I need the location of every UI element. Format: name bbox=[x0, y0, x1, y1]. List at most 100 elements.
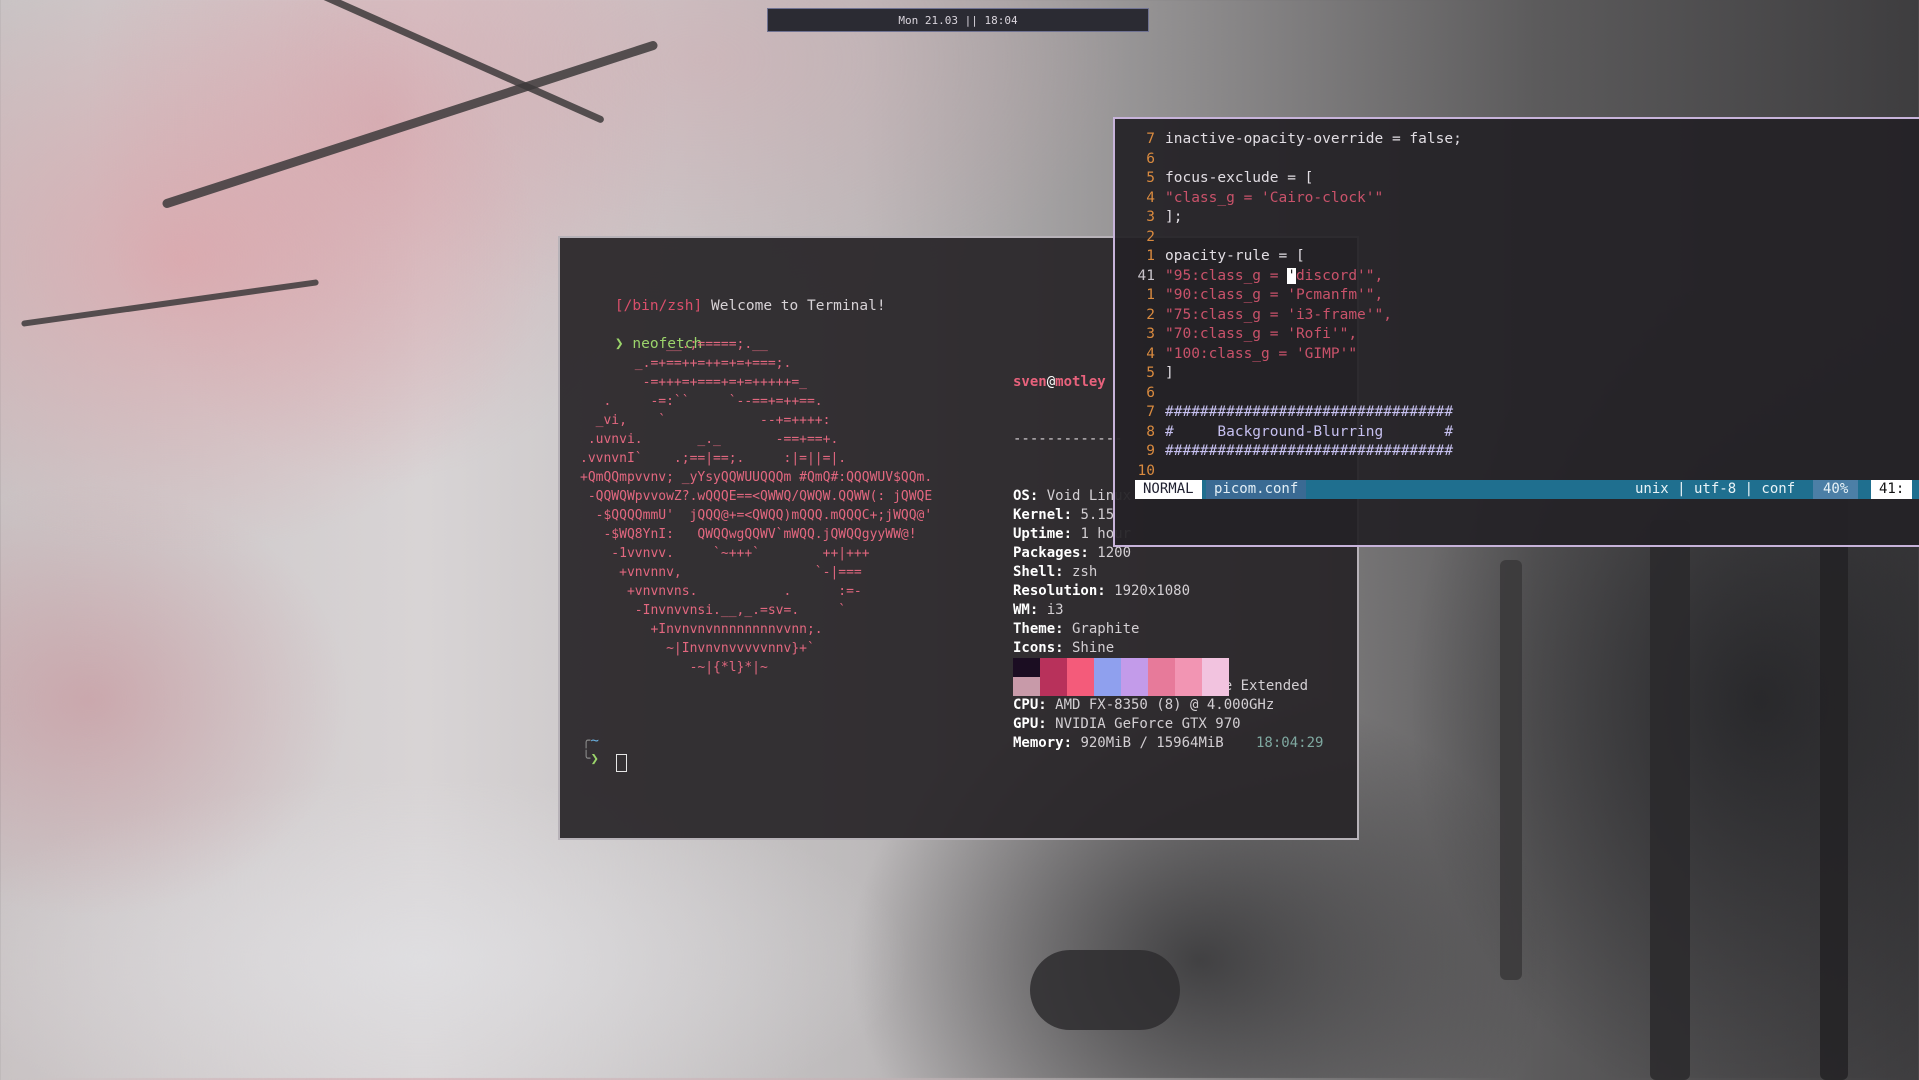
welcome-text: Welcome to Terminal! bbox=[702, 298, 886, 314]
line-number: 8 bbox=[1146, 423, 1155, 440]
username: sven bbox=[1013, 374, 1047, 390]
info-key: Theme: bbox=[1013, 621, 1064, 637]
vim-line: 10 bbox=[1115, 462, 1165, 481]
line-number: 5 bbox=[1146, 365, 1155, 381]
wallpaper-branch bbox=[161, 39, 659, 210]
line-text: # Background-Blurring # bbox=[1165, 423, 1454, 440]
info-key: Uptime: bbox=[1013, 526, 1073, 542]
line-number: 7 bbox=[1146, 131, 1155, 147]
line-text: ################################# bbox=[1165, 443, 1454, 459]
vim-percent: 40% bbox=[1813, 480, 1859, 499]
wallpaper-branch bbox=[21, 279, 319, 327]
void-logo-ascii: __.;=====;.__ _.=+==++=++=+=+===;. -=+++… bbox=[580, 337, 933, 675]
shell-path: [/bin/zsh] bbox=[614, 298, 703, 314]
vim-line: 3]; bbox=[1115, 208, 1182, 227]
top-bar-text: Mon 21.03 || 18:04 bbox=[898, 13, 1018, 27]
prompt-chevron-icon: ❯ bbox=[590, 751, 599, 767]
info-row: WM: i3 bbox=[1013, 601, 1308, 620]
line-number: 3 bbox=[1146, 326, 1155, 342]
vim-line: 5 focus-exclude = [ bbox=[1115, 169, 1313, 188]
info-row: CPU: AMD FX-8350 (8) @ 4.000GHz bbox=[1013, 696, 1308, 715]
info-value: 1920x1080 bbox=[1105, 583, 1191, 599]
wallpaper-trunk bbox=[1650, 520, 1690, 1080]
info-row: Icons: Shine bbox=[1013, 639, 1308, 658]
vim-cursor: ' bbox=[1287, 267, 1296, 284]
color-swatch bbox=[1094, 658, 1121, 696]
vim-position: 41: bbox=[1871, 480, 1913, 499]
prompt-time: 18:04:29 bbox=[1256, 735, 1324, 751]
wallpaper-trunk bbox=[1820, 480, 1848, 1080]
line-text: ] bbox=[1165, 365, 1174, 381]
line-text: inactive-opacity-override = false; bbox=[1165, 131, 1462, 147]
color-swatch bbox=[1067, 658, 1094, 696]
line-number: 2 bbox=[1146, 306, 1155, 323]
line-text: "100:class_g = 'GIMP'" bbox=[1165, 345, 1358, 362]
info-key: Shell: bbox=[1013, 564, 1064, 580]
line-text: "class_g = 'Cairo-clock'" bbox=[1165, 189, 1384, 206]
line-text: ]; bbox=[1165, 209, 1183, 225]
info-value: i3 bbox=[1038, 602, 1064, 618]
line-number: 1 bbox=[1146, 287, 1155, 303]
info-row: Theme: Graphite bbox=[1013, 620, 1308, 639]
vim-line: 8 # Background-Blurring # bbox=[1115, 423, 1453, 442]
wallpaper-branch bbox=[255, 0, 605, 124]
vim-file-info: unix | utf-8 | conf bbox=[1635, 481, 1796, 497]
info-value: NVIDIA GeForce GTX 970 bbox=[1046, 716, 1241, 732]
color-swatch bbox=[1202, 658, 1229, 696]
line-text: "90:class_g = 'Pcmanfm'", bbox=[1165, 287, 1384, 303]
line-number: 3 bbox=[1146, 209, 1155, 225]
line-number: 10 bbox=[1137, 462, 1155, 479]
info-value: 1200 bbox=[1088, 545, 1132, 561]
line-number: 2 bbox=[1146, 228, 1155, 245]
line-text: opacity-rule = [ bbox=[1165, 248, 1305, 264]
info-key: GPU: bbox=[1013, 716, 1047, 732]
line-number: 5 bbox=[1146, 170, 1155, 186]
vim-line: 4 "class_g = 'Cairo-clock'" bbox=[1115, 189, 1383, 208]
line-text: "75:class_g = 'i3-frame'", bbox=[1165, 306, 1392, 323]
info-row: Shell: zsh bbox=[1013, 563, 1308, 582]
info-key: OS: bbox=[1013, 488, 1039, 504]
vim-line: 6 bbox=[1115, 150, 1165, 169]
color-swatch bbox=[1121, 658, 1148, 696]
vim-line: 9 ################################# bbox=[1115, 442, 1453, 461]
line-number: 6 bbox=[1146, 150, 1155, 167]
vim-window[interactable]: 7 inactive-opacity-override = false; 6 5 foc… bbox=[1113, 117, 1919, 547]
vim-filename: picom.conf bbox=[1206, 480, 1307, 499]
terminal-cursor[interactable] bbox=[616, 754, 627, 772]
wallpaper-log bbox=[1030, 950, 1180, 1030]
line-text: "95:class_g = 'discord'", bbox=[1165, 267, 1384, 284]
line-number: 41 bbox=[1137, 267, 1155, 284]
info-key: Memory: bbox=[1013, 735, 1073, 751]
info-key: Packages: bbox=[1013, 545, 1089, 561]
info-value: Graphite bbox=[1063, 621, 1140, 637]
info-value: 5.15 bbox=[1072, 507, 1115, 523]
vim-line: 7 inactive-opacity-override = false; bbox=[1115, 130, 1462, 149]
second-prompt: ╭~ ╰❯ bbox=[582, 732, 599, 768]
top-bar-clock: Mon 21.03 || 18:04 bbox=[767, 8, 1149, 32]
color-swatch bbox=[1148, 658, 1175, 696]
vim-line: 2 "75:class_g = 'i3-frame'", bbox=[1115, 306, 1392, 325]
line-number: 1 bbox=[1146, 248, 1155, 264]
color-palette bbox=[1013, 658, 1229, 696]
info-key: Resolution: bbox=[1013, 583, 1106, 599]
vim-line: 6 bbox=[1115, 384, 1165, 403]
info-key: Icons: bbox=[1013, 640, 1064, 656]
color-swatch bbox=[1013, 658, 1040, 696]
line-number: 6 bbox=[1146, 384, 1155, 401]
info-row: Resolution: 1920x1080 bbox=[1013, 582, 1308, 601]
vim-line: 7 ################################# bbox=[1115, 403, 1453, 422]
info-row: GPU: NVIDIA GeForce GTX 970 bbox=[1013, 715, 1308, 734]
info-value: Shine bbox=[1063, 640, 1115, 656]
vim-statusline: NORMAL picom.conf unix | utf-8 | conf 40… bbox=[1135, 480, 1919, 499]
at-sign: @ bbox=[1046, 374, 1056, 390]
line-text: ################################# bbox=[1165, 404, 1454, 420]
color-swatch bbox=[1175, 658, 1202, 696]
line-number: 4 bbox=[1146, 345, 1155, 362]
vim-line: 4 "100:class_g = 'GIMP'" bbox=[1115, 345, 1357, 364]
vim-line: 41 "95:class_g = 'discord'", bbox=[1115, 267, 1383, 286]
line-number: 4 bbox=[1146, 189, 1155, 206]
info-key: CPU: bbox=[1013, 697, 1047, 713]
line-text: "70:class_g = 'Rofi'", bbox=[1165, 326, 1358, 342]
info-key: WM: bbox=[1013, 602, 1039, 618]
vim-line: 2 bbox=[1115, 228, 1165, 247]
